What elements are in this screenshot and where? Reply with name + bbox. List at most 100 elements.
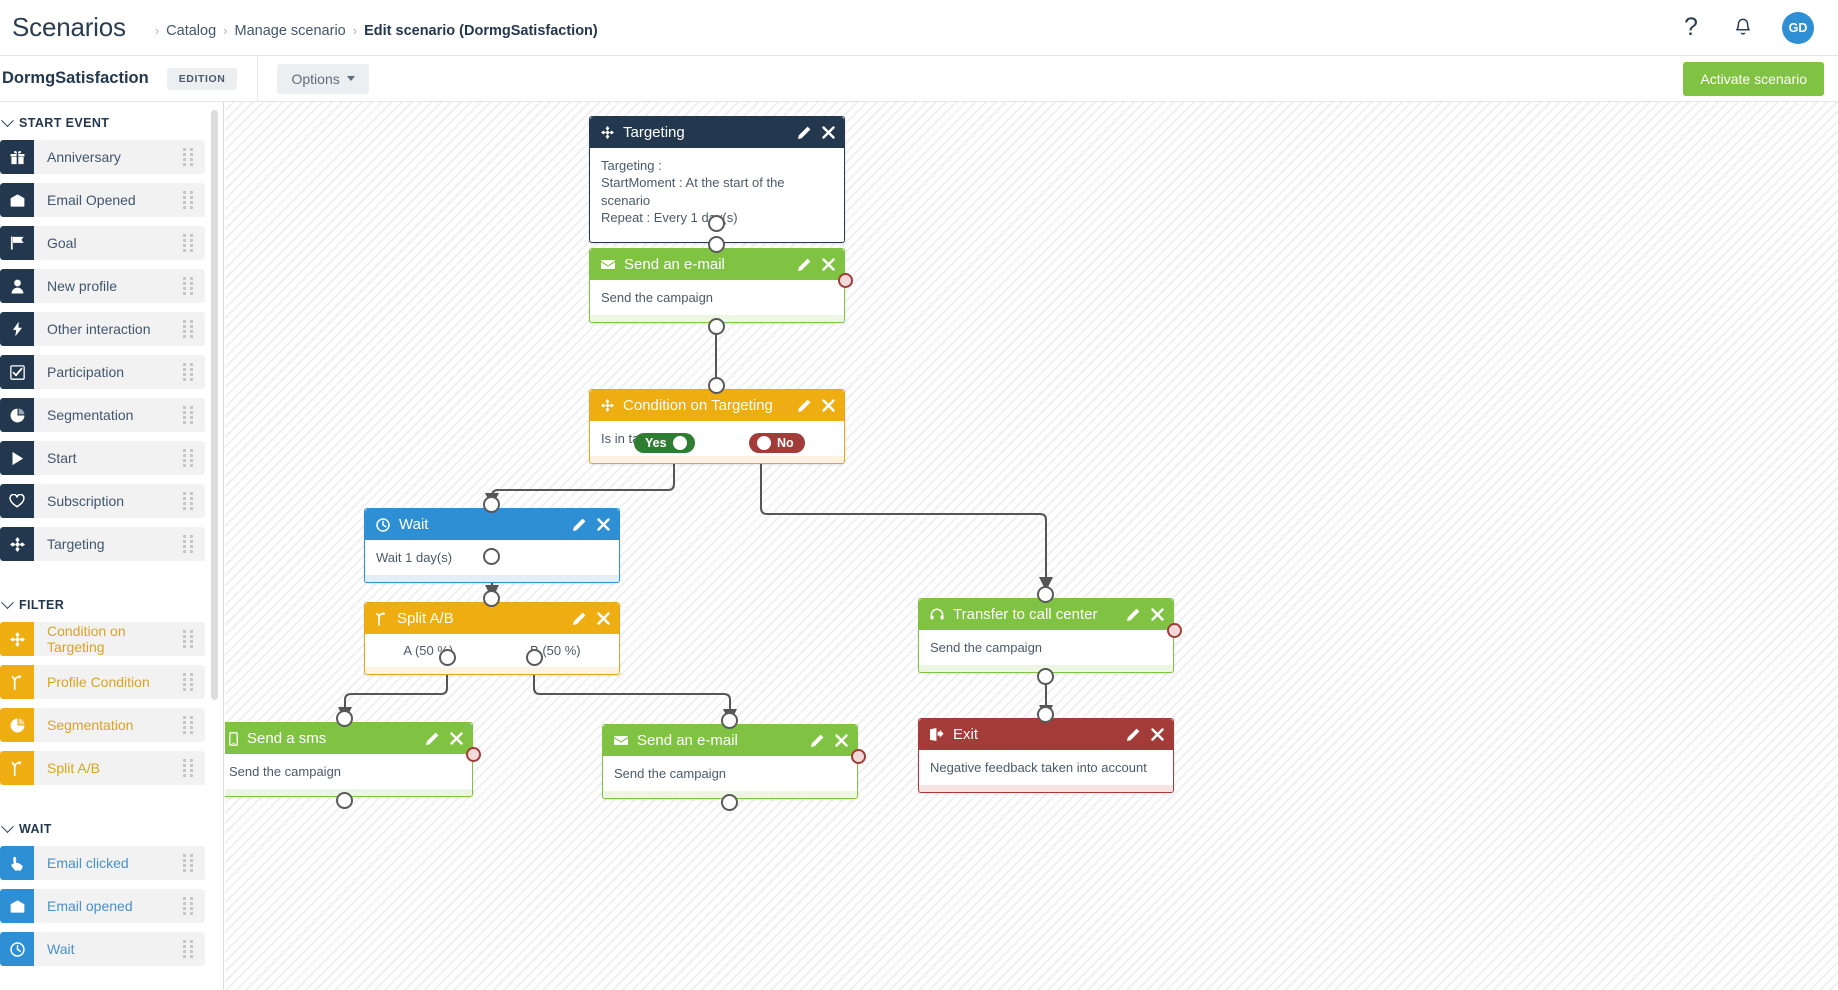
palette-item-condition-on-targeting[interactable]: Condition on Targeting (0, 622, 205, 656)
drag-handle-icon[interactable] (183, 527, 205, 561)
drag-handle-icon[interactable] (183, 183, 205, 217)
drag-handle-icon[interactable] (183, 355, 205, 389)
palette-item-segmentation[interactable]: Segmentation (0, 708, 205, 742)
close-x-icon[interactable] (597, 612, 610, 625)
palette-item-email-opened[interactable]: Email opened (0, 889, 205, 923)
bolt-icon (0, 312, 34, 346)
port-wait-in[interactable] (483, 496, 500, 513)
node-exit[interactable]: Exit Negative feedback taken into accoun… (918, 718, 1174, 794)
drag-handle-icon[interactable] (183, 622, 205, 656)
port-transfer-out[interactable] (1037, 668, 1054, 685)
port-send-sms-error[interactable] (466, 747, 481, 762)
palette-item-subscription[interactable]: Subscription (0, 484, 205, 518)
drag-handle-icon[interactable] (183, 312, 205, 346)
palette-item-anniversary[interactable]: Anniversary (0, 140, 205, 174)
port-send-email-2-error[interactable] (851, 749, 866, 764)
sidebar-scrollbar[interactable] (211, 110, 218, 700)
node-condition-on-targeting[interactable]: Condition on Targeting Is in targeting ? (589, 389, 845, 465)
port-split-out-a[interactable] (439, 649, 456, 666)
options-button[interactable]: Options (277, 63, 369, 94)
drag-handle-icon[interactable] (183, 846, 205, 880)
port-send-sms-in[interactable] (336, 710, 353, 727)
drag-handle-icon[interactable] (183, 226, 205, 260)
port-send-email-1-error[interactable] (838, 273, 853, 288)
node-send-sms[interactable]: Send a sms Send the campaign (225, 722, 473, 798)
node-split-ab[interactable]: Split A/B A (50 %) B (50 %) (364, 602, 620, 675)
palette-item-segmentation[interactable]: Segmentation (0, 398, 205, 432)
drag-handle-icon[interactable] (183, 665, 205, 699)
palette-item-email-opened[interactable]: Email Opened (0, 183, 205, 217)
pencil-icon[interactable] (572, 518, 586, 532)
pencil-icon[interactable] (1126, 728, 1140, 742)
drag-handle-icon[interactable] (183, 398, 205, 432)
port-condition-in[interactable] (708, 377, 725, 394)
port-wait-out[interactable] (483, 548, 500, 565)
palette-group-header-start[interactable]: START EVENT (0, 102, 223, 140)
close-x-icon[interactable] (597, 518, 610, 531)
drag-handle-icon[interactable] (183, 889, 205, 923)
close-x-icon[interactable] (822, 399, 835, 412)
node-transfer-header: Transfer to call center (919, 599, 1173, 630)
branch-pill-no[interactable]: No (749, 433, 805, 453)
palette-sidebar[interactable]: START EVENT Anniversary Email Opened Goal Ne… (0, 102, 224, 990)
node-transfer-call-center[interactable]: Transfer to call center Send the campaig… (918, 598, 1174, 674)
port-send-email-1-in[interactable] (708, 236, 725, 253)
port-split-out-b[interactable] (526, 649, 543, 666)
palette-group-header-filter[interactable]: FILTER (0, 584, 223, 622)
avatar[interactable]: GD (1782, 11, 1814, 44)
palette-item-other-interaction[interactable]: Other interaction (0, 312, 205, 346)
port-targeting-out[interactable] (708, 215, 725, 232)
question-mark-icon[interactable]: ? (1678, 15, 1704, 41)
port-split-in[interactable] (483, 590, 500, 607)
port-send-email-1-out[interactable] (708, 318, 725, 335)
breadcrumb-item-manage-scenario[interactable]: Manage scenario (235, 23, 346, 39)
port-exit-in[interactable] (1037, 706, 1054, 723)
pencil-icon[interactable] (1126, 608, 1140, 622)
palette-group-header-wait[interactable]: WAIT (0, 808, 223, 846)
node-send-email-2[interactable]: Send an e-mail Send the campaign (602, 724, 858, 800)
close-x-icon[interactable] (835, 734, 848, 747)
pencil-icon[interactable] (797, 126, 811, 140)
palette-item-email-clicked[interactable]: Email clicked (0, 846, 205, 880)
drag-handle-icon[interactable] (183, 484, 205, 518)
breadcrumb-item-catalog[interactable]: Catalog (166, 23, 216, 39)
palette-item-split-a-b[interactable]: Split A/B (0, 751, 205, 785)
pencil-icon[interactable] (425, 732, 439, 746)
port-send-email-2-in[interactable] (721, 712, 738, 729)
bell-icon[interactable] (1730, 15, 1756, 41)
port-condition-no[interactable] (757, 436, 771, 450)
drag-handle-icon[interactable] (183, 140, 205, 174)
drag-handle-icon[interactable] (183, 441, 205, 475)
close-x-icon[interactable] (450, 732, 463, 745)
drag-handle-icon[interactable] (183, 751, 205, 785)
port-send-email-2-out[interactable] (721, 794, 738, 811)
pencil-icon[interactable] (797, 258, 811, 272)
pencil-icon[interactable] (797, 399, 811, 413)
palette-item-new-profile[interactable]: New profile (0, 269, 205, 303)
drag-handle-icon[interactable] (183, 269, 205, 303)
port-transfer-in[interactable] (1037, 586, 1054, 603)
close-x-icon[interactable] (822, 126, 835, 139)
palette-item-participation[interactable]: Participation (0, 355, 205, 389)
pencil-icon[interactable] (572, 612, 586, 626)
close-x-icon[interactable] (1151, 728, 1164, 741)
palette-item-goal[interactable]: Goal (0, 226, 205, 260)
port-send-sms-out[interactable] (336, 792, 353, 809)
node-exit-header: Exit (919, 719, 1173, 750)
port-condition-yes[interactable] (672, 436, 687, 450)
close-x-icon[interactable] (1151, 608, 1164, 621)
branch-pill-yes[interactable]: Yes (634, 433, 695, 453)
pencil-icon[interactable] (810, 734, 824, 748)
close-x-icon[interactable] (822, 258, 835, 271)
activate-scenario-button[interactable]: Activate scenario (1683, 61, 1824, 96)
node-send-email-1[interactable]: Send an e-mail Send the campaign (589, 248, 845, 324)
drag-handle-icon[interactable] (183, 708, 205, 742)
drag-handle-icon[interactable] (183, 932, 205, 966)
palette-item-targeting[interactable]: Targeting (0, 527, 205, 561)
scenario-canvas[interactable]: Targeting Targeting : StartMoment : At t… (225, 102, 1838, 990)
palette-item-profile-condition[interactable]: Profile Condition (0, 665, 205, 699)
palette-item-wait[interactable]: Wait (0, 932, 205, 966)
port-transfer-error[interactable] (1167, 623, 1182, 638)
node-wait[interactable]: Wait Wait 1 day(s) (364, 508, 620, 584)
palette-item-start[interactable]: Start (0, 441, 205, 475)
